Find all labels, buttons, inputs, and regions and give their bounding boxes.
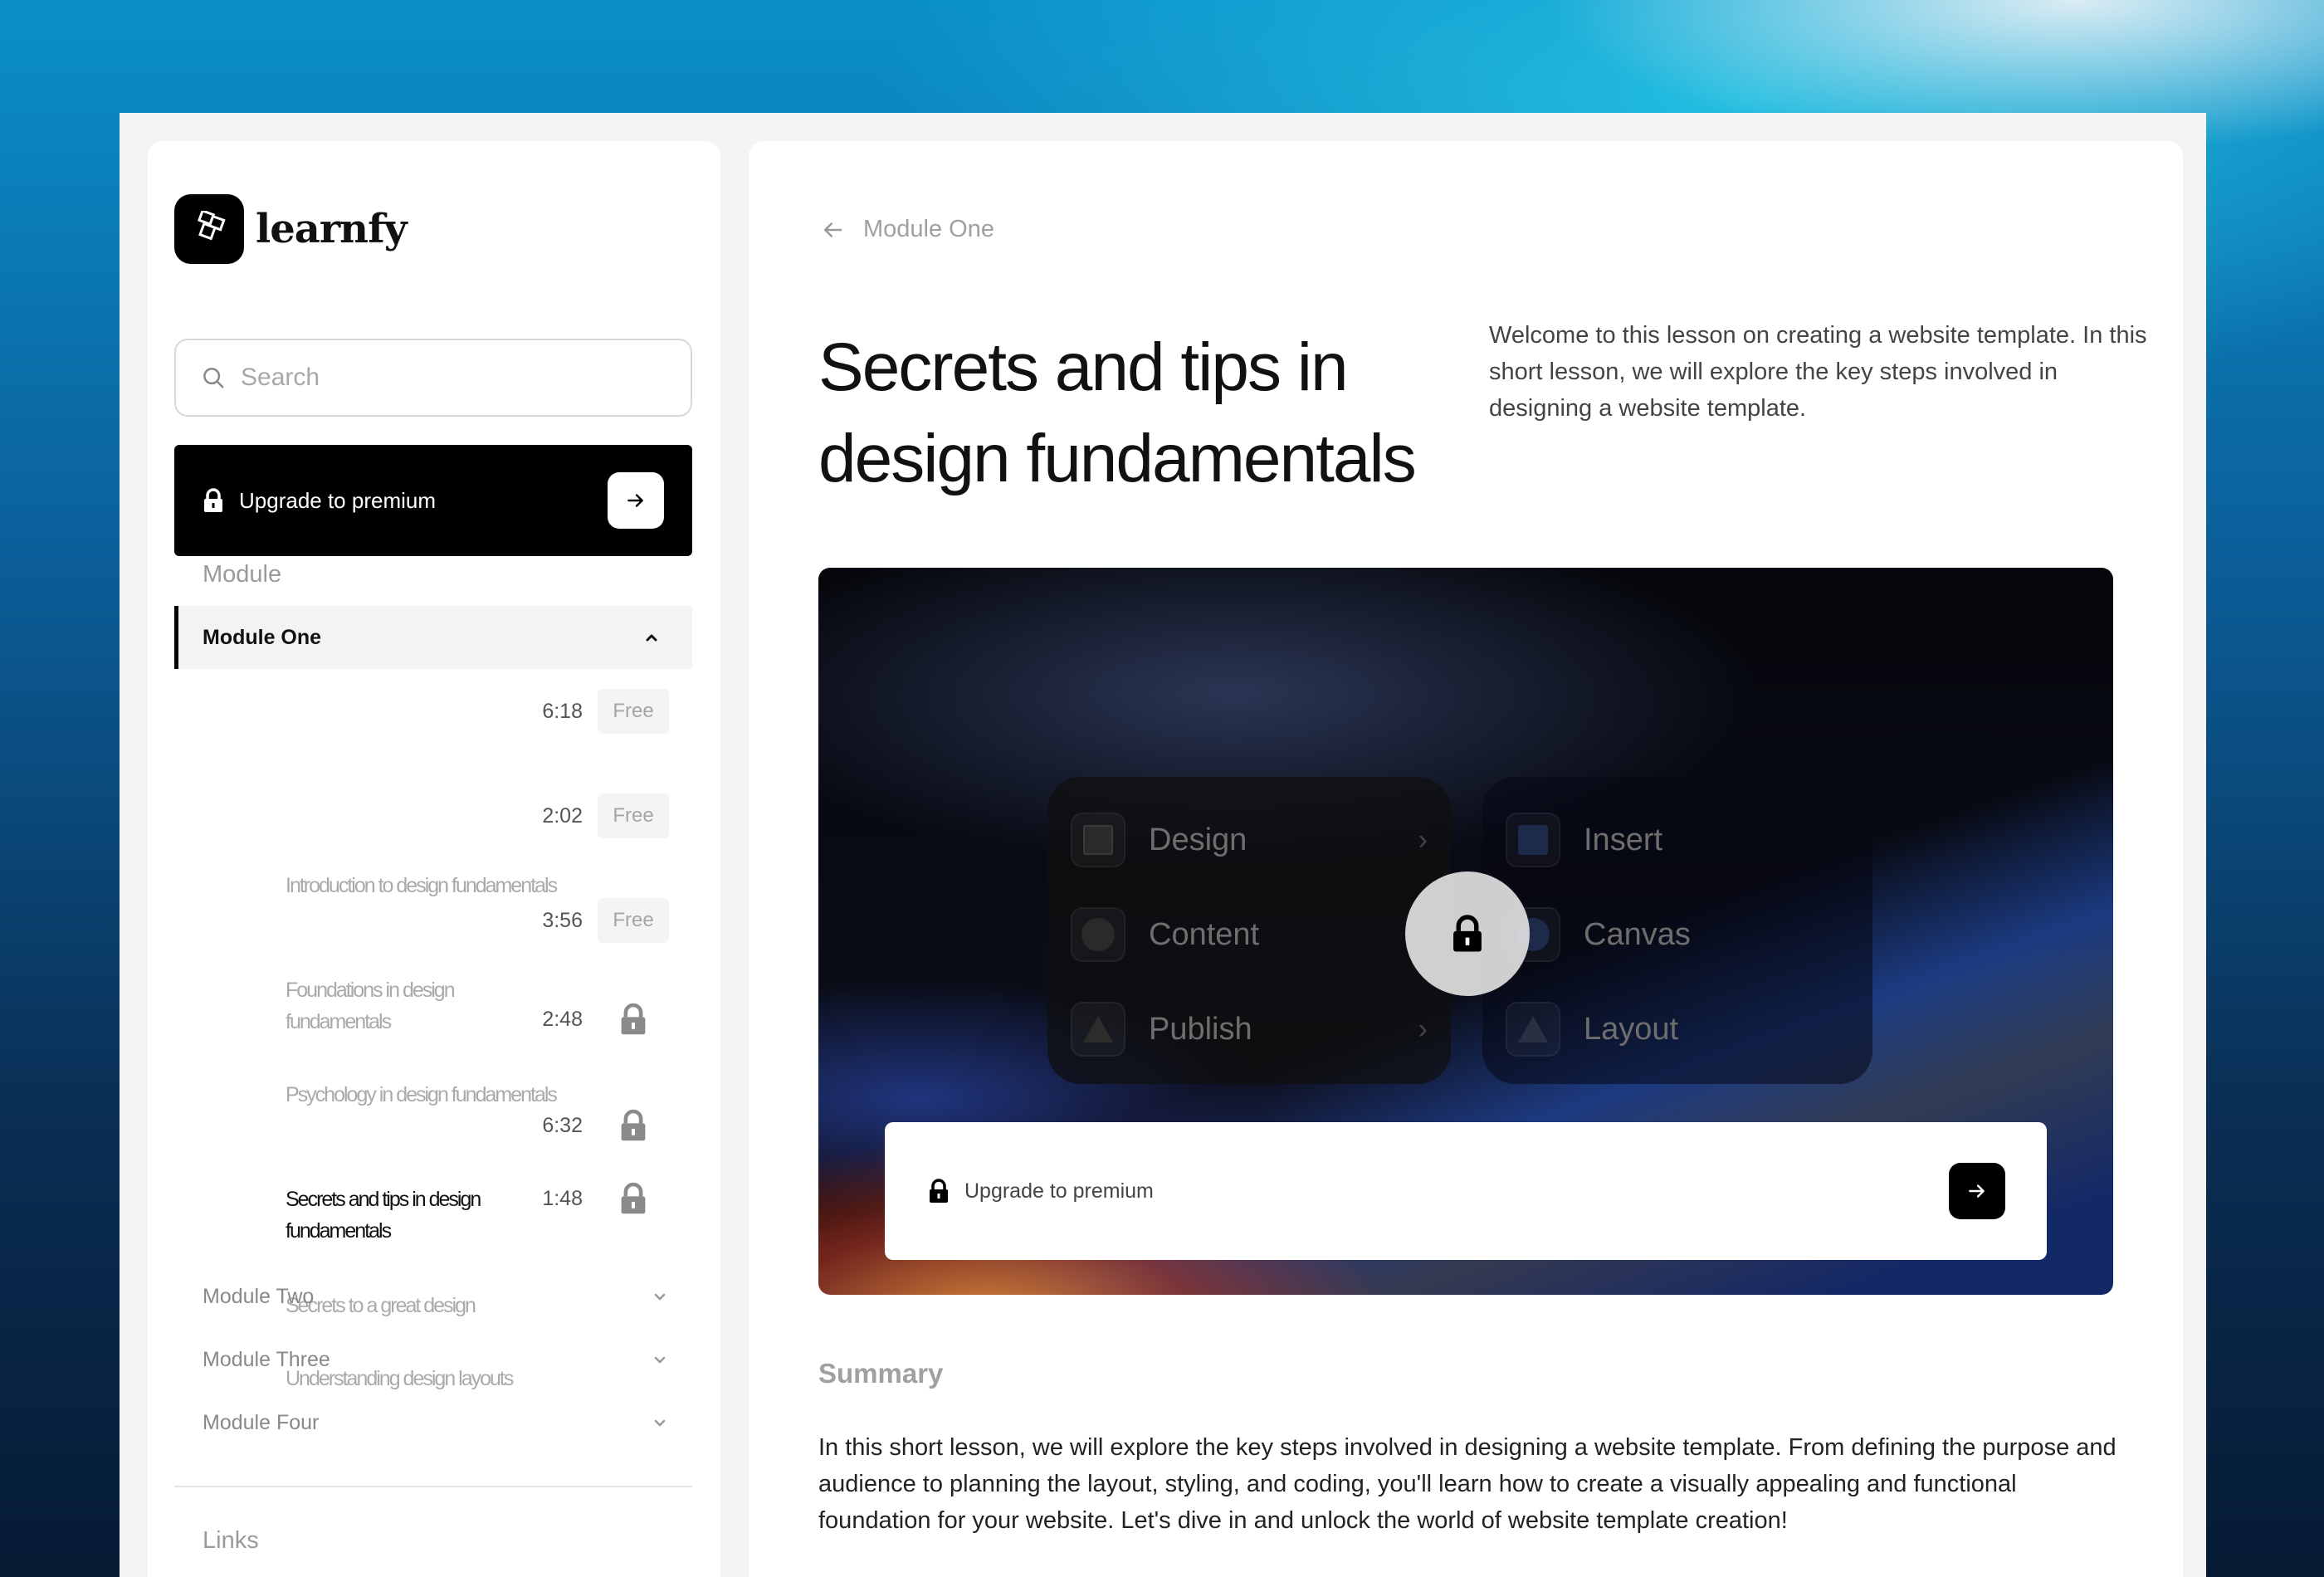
upgrade-premium-banner[interactable]: Upgrade to premium: [174, 445, 692, 556]
preview-menu-right: Insert Canvas Layout: [1482, 777, 1872, 1084]
back-link-label: Module One: [863, 216, 994, 242]
preview-menu-item: Layout: [1506, 998, 1863, 1061]
preview-menu-label: Content: [1149, 916, 1260, 952]
square-icon: [1071, 813, 1125, 867]
lock-icon: [204, 488, 222, 512]
chevron-down-icon: [654, 1356, 666, 1364]
lock-icon: [598, 1182, 669, 1215]
preview-menu-left: Design › Content › Publish ›: [1047, 777, 1451, 1084]
search-input[interactable]: [241, 364, 672, 392]
summary-text: In this short lesson, we will explore th…: [818, 1434, 2116, 1534]
lesson-intro: Welcome to this lesson on creating a web…: [1489, 322, 2147, 422]
preview-menu-label: Insert: [1584, 822, 1663, 857]
video-upgrade-label: Upgrade to premium: [964, 1179, 1154, 1203]
brand[interactable]: learnfy: [174, 194, 408, 264]
stacked-squares-logo-icon: [174, 194, 244, 264]
triangle-icon: [1506, 1002, 1560, 1057]
upgrade-go-button[interactable]: [608, 472, 664, 529]
lesson-duration: 3:56: [542, 908, 583, 932]
preview-menu-label: Publish: [1149, 1011, 1252, 1047]
lesson-title: Psychology in design fundamentals: [286, 1083, 558, 1106]
module-header-one[interactable]: Module One: [174, 606, 692, 669]
lesson-item[interactable]: Psychology in design fundamentals 3:56 F…: [216, 898, 669, 1106]
circle-icon: [1071, 907, 1125, 962]
arrow-right-icon: [1969, 1184, 1985, 1198]
video-preview[interactable]: Design › Content › Publish › Insert: [818, 568, 2113, 1295]
app-window: learnfy Upgrade to premium Module: [120, 113, 2206, 1577]
triangle-icon: [1071, 1002, 1125, 1057]
sidebar-divider: [174, 1486, 692, 1487]
chevron-right-icon: ›: [1418, 823, 1428, 856]
module-header-two[interactable]: Module Two: [203, 1285, 667, 1309]
lock-icon: [598, 1109, 669, 1142]
lesson-item[interactable]: Understanding design layouts 1:48: [216, 1182, 669, 1390]
module-name: Module One: [203, 625, 322, 649]
module-name: Module Four: [203, 1411, 320, 1434]
preview-menu-label: Canvas: [1584, 916, 1691, 952]
free-badge: Free: [598, 898, 669, 943]
video-upgrade-go-button[interactable]: [1949, 1163, 2005, 1219]
lesson-item[interactable]: Secrets to a great design 6:32: [216, 1109, 669, 1317]
chevron-up-icon: [646, 634, 657, 642]
free-badge: Free: [598, 689, 669, 734]
preview-menu-label: Design: [1149, 822, 1247, 857]
arrow-left-icon: [824, 222, 842, 237]
preview-menu-label: Layout: [1584, 1011, 1679, 1047]
lock-icon: [598, 1003, 669, 1036]
arrow-right-icon: [627, 494, 643, 507]
module-name: Module Two: [203, 1285, 315, 1308]
summary-heading: Summary: [818, 1358, 944, 1389]
preview-menu-item: Canvas: [1506, 903, 1863, 966]
upgrade-label: Upgrade to premium: [239, 487, 436, 513]
free-badge: Free: [598, 793, 669, 838]
video-upgrade-banner[interactable]: Upgrade to premium: [885, 1122, 2047, 1260]
page-title: Secrets and tips in design fundamentals: [818, 330, 1417, 496]
lesson-duration: 6:32: [542, 1113, 583, 1137]
lesson-item-active[interactable]: Secrets and tips in design fundamentals …: [216, 1003, 669, 1243]
module-name: Module Three: [203, 1348, 330, 1371]
lesson-duration: 2:48: [542, 1007, 583, 1031]
module-section-label: Module: [203, 561, 282, 588]
lesson-item[interactable]: Foundations in design fundamentals 2:02 …: [216, 793, 669, 1033]
locked-content-badge: [1405, 872, 1530, 996]
chevron-down-icon: [654, 1293, 666, 1301]
preview-menu-item: Publish ›: [1071, 998, 1428, 1061]
links-section-label: Links: [203, 1527, 259, 1554]
lesson-duration: 6:18: [542, 699, 583, 723]
lesson-duration: 2:02: [542, 803, 583, 828]
lesson-duration: 1:48: [542, 1186, 583, 1210]
module-header-three[interactable]: Module Three: [203, 1348, 667, 1372]
lock-icon: [1453, 915, 1482, 952]
lesson-title: Introduction to design fundamentals: [286, 874, 558, 897]
lesson-item[interactable]: Introduction to design fundamentals 6:18…: [216, 689, 669, 897]
chevron-right-icon: ›: [1418, 1013, 1428, 1045]
preview-menu-item: Content ›: [1071, 903, 1428, 966]
preview-menu-item: Design ›: [1071, 808, 1428, 872]
search-box[interactable]: [174, 339, 692, 417]
lock-icon: [930, 1179, 948, 1203]
back-link[interactable]: Module One: [818, 216, 994, 243]
brand-name: learnfy: [256, 206, 408, 252]
search-icon: [203, 368, 224, 388]
lesson-content: Module One Secrets and tips in design fu…: [749, 141, 2183, 1577]
chevron-down-icon: [654, 1419, 666, 1427]
square-icon: [1506, 813, 1560, 867]
sidebar: learnfy Upgrade to premium Module: [148, 141, 720, 1577]
preview-menu-item: Insert: [1506, 808, 1863, 872]
module-header-four[interactable]: Module Four: [203, 1411, 667, 1435]
